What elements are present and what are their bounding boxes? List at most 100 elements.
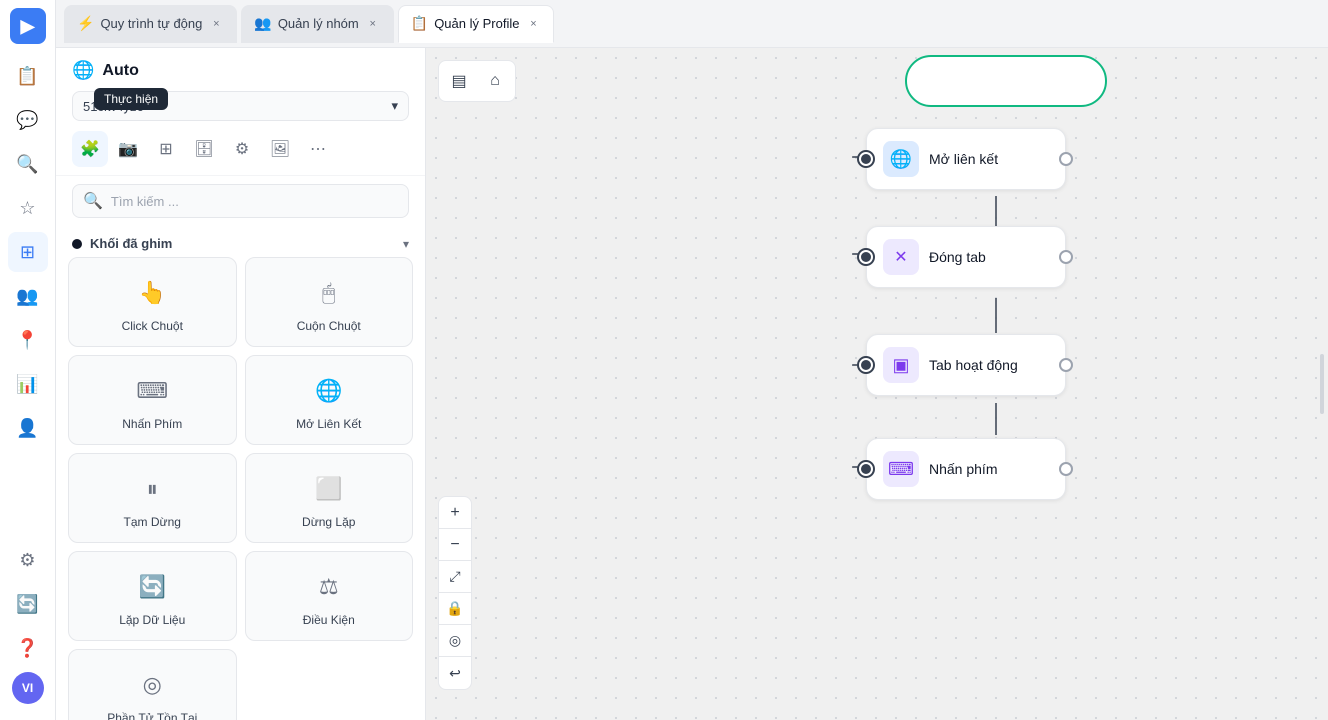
zoom-in-btn[interactable]: + (439, 497, 471, 529)
sidebar-item-refresh[interactable]: 🔄 (8, 584, 48, 624)
node-press-key-left-dot (859, 462, 873, 476)
node-open-link-right-dot (1059, 152, 1073, 166)
block-element-exists[interactable]: ◎ Phần Tử Tồn Tại (68, 649, 237, 720)
zoom-fit-btn[interactable]: ⤢ (439, 561, 471, 593)
block-loop-icon: ⬜ (311, 471, 347, 507)
profile-select-chevron: ▾ (391, 98, 398, 114)
sidebar-item-location[interactable]: 📍 (8, 320, 48, 360)
sidebar-item-analytics[interactable]: 📊 (8, 364, 48, 404)
sidebar: ▶ 📋 💬 🔍 ☆ ⊞ 👥 📍 📊 👤 ⚙ 🔄 ❓ VI (0, 0, 56, 720)
sidebar-item-star[interactable]: ☆ (8, 188, 48, 228)
search-row: 🔍 (56, 176, 425, 226)
groups-tab-label: Quản lý nhóm (278, 16, 359, 31)
node-close-tab[interactable]: ✕ Đóng tab (866, 226, 1066, 288)
panel-title-row: 🌐 Auto (72, 60, 409, 81)
block-list: Khối đã ghim ▾ 👆 Click Chuột 🖱 Cuộn Chuộ… (56, 226, 425, 720)
canvas-home-btn[interactable]: ⌂ (479, 65, 511, 97)
block-scroll-mouse-label: Cuộn Chuột (297, 319, 361, 333)
sidebar-item-users[interactable]: 👥 (8, 276, 48, 316)
block-click-mouse[interactable]: 👆 Click Chuột (68, 257, 237, 347)
panel-header: 🌐 Auto 51ciw4yz6 ▾ 🧩 📷 ⊞ 🗄 ⚙ 🖼 ⋯ (56, 48, 425, 176)
section-recorded-chevron: ▾ (403, 237, 409, 251)
block-loop-data[interactable]: 🔄 Lặp Dữ Liệu (68, 551, 237, 641)
zoom-target-btn[interactable]: ◎ (439, 625, 471, 657)
flow-container: 🌐 Mở liên kết ✕ Đóng tab ▣ Tab hoạt động (426, 48, 1328, 720)
canvas-sidebar-toggle[interactable]: ▤ (443, 65, 475, 97)
groups-tab-icon: 👥 (254, 15, 271, 32)
node-open-link-left-dot (859, 152, 873, 166)
block-loop-label: Dừng Lặp (302, 515, 355, 529)
tab-bar: ⚡ Quy trình tự động × 👥 Quản lý nhóm × 📋… (56, 0, 1328, 48)
node-close-tab-label: Đóng tab (929, 249, 986, 265)
node-active-tab-label: Tab hoạt động (929, 357, 1018, 373)
node-open-link[interactable]: 🌐 Mở liên kết (866, 128, 1066, 190)
zoom-out-btn[interactable]: − (439, 529, 471, 561)
node-press-key-icon: ⌨ (883, 451, 919, 487)
canvas-area[interactable]: ▤ ⌂ (426, 48, 1328, 720)
block-press-key[interactable]: ⌨ Nhấn Phím (68, 355, 237, 445)
sidebar-item-blocks[interactable]: ⊞ (8, 232, 48, 272)
search-icon: 🔍 (83, 191, 103, 211)
block-condition[interactable]: ⚖ Điều Kiện (245, 551, 414, 641)
node-close-tab-icon: ✕ (883, 239, 919, 275)
zoom-lock-btn[interactable]: 🔒 (439, 593, 471, 625)
block-pause-icon: ⏸ (134, 471, 170, 507)
more-toolbar-btn[interactable]: ⋯ (300, 131, 336, 167)
sidebar-bottom: ⚙ 🔄 ❓ VI (8, 540, 48, 712)
workflow-tab-close[interactable]: × (208, 16, 224, 32)
main-area: ⚡ Quy trình tự động × 👥 Quản lý nhóm × 📋… (56, 0, 1328, 720)
node-active-tab[interactable]: ▣ Tab hoạt động (866, 334, 1066, 396)
block-loop[interactable]: ⬜ Dừng Lặp (245, 453, 414, 543)
block-click-mouse-label: Click Chuột (122, 319, 183, 333)
sidebar-item-chat[interactable]: 💬 (8, 100, 48, 140)
settings-toolbar-btn[interactable]: ⚙ (224, 131, 260, 167)
sidebar-item-usergroup[interactable]: 👤 (8, 408, 48, 448)
node-press-key[interactable]: ⌨ Nhấn phím (866, 438, 1066, 500)
image-toolbar-btn[interactable]: 🖼 (262, 131, 298, 167)
panel-title: Auto (102, 62, 138, 80)
profile-tab-close[interactable]: × (525, 16, 541, 32)
block-pause[interactable]: ⏸ Tạm Dừng (68, 453, 237, 543)
block-element-exists-icon: ◎ (134, 667, 170, 703)
node-active-tab-right-dot (1059, 358, 1073, 372)
block-pause-label: Tạm Dừng (124, 515, 181, 529)
sidebar-item-activity[interactable]: 📋 (8, 56, 48, 96)
blocks-grid-recorded: 👆 Click Chuột 🖱 Cuộn Chuột ⌨ Nhấn Phím 🌐… (64, 257, 417, 720)
tab-groups[interactable]: 👥 Quản lý nhóm × (241, 5, 393, 43)
section-recorded-title-row: Khối đã ghim (72, 236, 172, 251)
section-recorded[interactable]: Khối đã ghim ▾ (64, 226, 417, 257)
sidebar-item-settings2[interactable]: ⚙ (8, 540, 48, 580)
app-logo[interactable]: ▶ (10, 8, 46, 44)
zoom-undo-btn[interactable]: ↩ (439, 657, 471, 689)
block-scroll-mouse[interactable]: 🖱 Cuộn Chuột (245, 257, 414, 347)
node-active-tab-left-dot (859, 358, 873, 372)
workflow-tab-label: Quy trình tự động (100, 16, 202, 31)
tab-profile[interactable]: 📋 Quản lý Profile × (398, 5, 555, 43)
content-area: 🌐 Auto 51ciw4yz6 ▾ 🧩 📷 ⊞ 🗄 ⚙ 🖼 ⋯ (56, 48, 1328, 720)
left-panel: 🌐 Auto 51ciw4yz6 ▾ 🧩 📷 ⊞ 🗄 ⚙ 🖼 ⋯ (56, 48, 426, 720)
scroll-indicator (1320, 354, 1324, 414)
node-active-tab-icon: ▣ (883, 347, 919, 383)
camera-toolbar-btn[interactable]: 📷 (110, 131, 146, 167)
sidebar-item-help[interactable]: ❓ (8, 628, 48, 668)
section-recorded-dot (72, 239, 82, 249)
extension-toolbar-btn[interactable]: 🧩 (72, 131, 108, 167)
user-avatar[interactable]: VI (12, 672, 44, 704)
block-press-key-icon: ⌨ (134, 373, 170, 409)
groups-tab-close[interactable]: × (365, 16, 381, 32)
tab-workflow[interactable]: ⚡ Quy trình tự động × (64, 5, 237, 43)
sidebar-item-search[interactable]: 🔍 (8, 144, 48, 184)
block-open-link-label: Mở Liên Kết (296, 417, 361, 431)
table-toolbar-btn[interactable]: ⊞ (148, 131, 184, 167)
search-input[interactable] (111, 194, 398, 209)
section-recorded-title: Khối đã ghim (90, 236, 172, 251)
block-press-key-label: Nhấn Phím (122, 417, 182, 431)
block-condition-icon: ⚖ (311, 569, 347, 605)
block-open-link[interactable]: 🌐 Mở Liên Kết (245, 355, 414, 445)
node-close-tab-right-dot (1059, 250, 1073, 264)
panel-toolbar: 🧩 📷 ⊞ 🗄 ⚙ 🖼 ⋯ (72, 131, 409, 167)
database-toolbar-btn[interactable]: 🗄 (186, 131, 222, 167)
panel-globe-icon: 🌐 (72, 60, 94, 81)
tooltip-text: Thực hiện (104, 92, 158, 106)
zoom-controls: + − ⤢ 🔒 ◎ ↩ (438, 496, 472, 690)
